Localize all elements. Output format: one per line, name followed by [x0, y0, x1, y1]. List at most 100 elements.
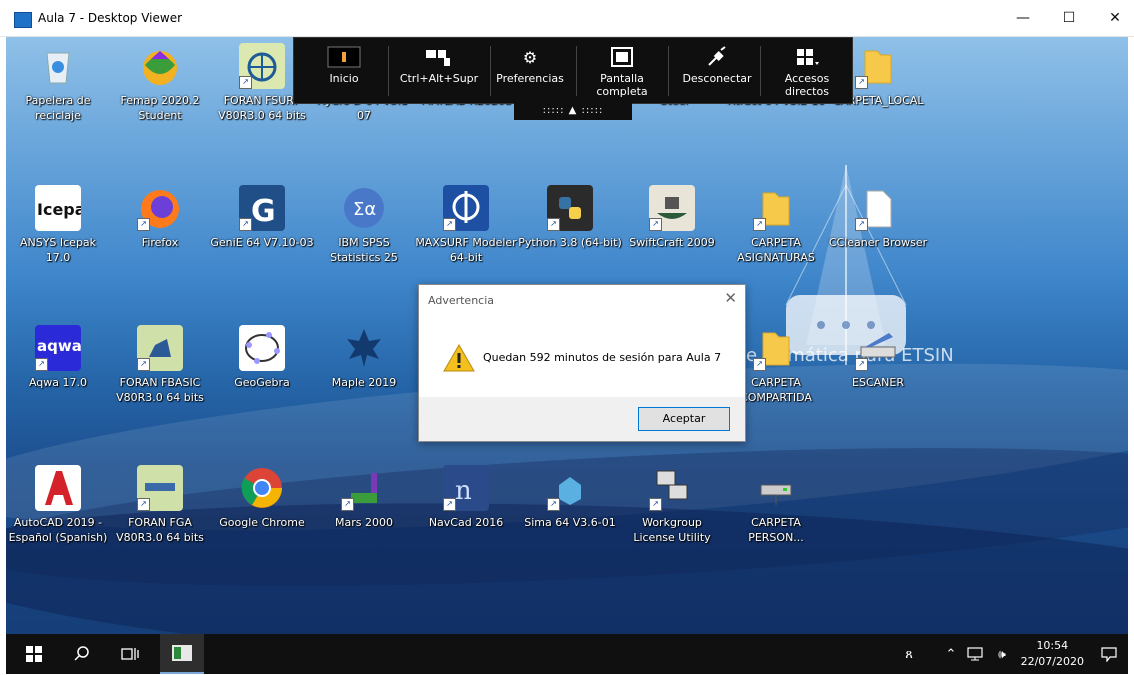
search-icon — [74, 646, 89, 661]
ctrl-alt-del-button[interactable]: Ctrl+Alt+Supr — [394, 42, 484, 98]
svg-text:n: n — [455, 476, 472, 506]
taskbar-app-desktop-viewer[interactable] — [160, 634, 204, 674]
task-view-icon — [121, 648, 139, 660]
fullscreen-button[interactable]: Pantalla completa — [586, 42, 658, 98]
desktop-icon-femap[interactable]: Femap 2020.2 Student — [108, 43, 212, 123]
accept-button[interactable]: Aceptar — [638, 407, 730, 431]
clock-date: 22/07/2020 — [1020, 655, 1084, 668]
network-drive-icon — [753, 465, 799, 511]
desktop-icon-spss[interactable]: Σα IBM SPSS Statistics 25 — [312, 185, 416, 265]
shortcut-arrow-icon: ↗ — [443, 498, 456, 511]
desktop-icon-firefox[interactable]: ↗ Firefox — [108, 185, 212, 250]
maxsurf-icon: ↗ — [443, 185, 489, 231]
preferences-button[interactable]: ⚙ Preferencias — [494, 42, 566, 98]
start-button[interactable]: Inicio — [314, 42, 374, 98]
mars-icon: ↗ — [341, 465, 387, 511]
toolbar-separator — [576, 46, 577, 96]
maple-icon — [341, 325, 387, 371]
folder-icon: ↗ — [855, 43, 901, 89]
shortcut-arrow-icon: ↗ — [547, 498, 560, 511]
taskbar: ጸ ⌃ 🕪 10:54 22/07/2020 — [6, 634, 1128, 674]
minimize-button[interactable]: — — [1000, 0, 1046, 36]
recycle-bin-icon — [35, 43, 81, 89]
shortcut-arrow-icon: ↗ — [649, 218, 662, 231]
shortcut-arrow-icon: ↗ — [753, 218, 766, 231]
folder-icon: ↗ — [753, 325, 799, 371]
dialog-title: Advertencia — [428, 294, 495, 307]
session-toolbar: Inicio Ctrl+Alt+Supr ⚙ Preferencias Pant… — [293, 37, 853, 104]
shortcuts-button[interactable]: Accesos directos — [762, 42, 852, 98]
chevron-up-icon: ⌃ — [945, 646, 957, 662]
desktop-icon-maxsurf[interactable]: ↗ MAXSURF Modeler 64-bit — [414, 185, 518, 265]
volume-button[interactable]: 🕪 — [990, 634, 1014, 674]
desktop-icon-chrome[interactable]: Google Chrome — [210, 465, 314, 530]
desktop-viewer-icon — [172, 645, 192, 661]
foran-fbasic-icon: ↗ — [137, 325, 183, 371]
desktop-icon-ccleaner-browser[interactable]: ↗ CCleaner Browser — [826, 185, 930, 250]
desktop-icon-mars[interactable]: ↗ Mars 2000 — [312, 465, 416, 530]
geogebra-icon — [239, 325, 285, 371]
desktop-icon-autocad[interactable]: AutoCAD 2019 - Español (Spanish) — [6, 465, 110, 545]
desktop-icon-navcad[interactable]: n ↗ NavCad 2016 — [414, 465, 518, 530]
foran-fga-icon: ↗ — [137, 465, 183, 511]
action-center-button[interactable] — [1094, 634, 1124, 674]
shortcut-arrow-icon: ↗ — [341, 498, 354, 511]
people-icon: ጸ — [905, 646, 913, 662]
genie-icon: G ↗ — [239, 185, 285, 231]
desktop-icon-workgroup-license[interactable]: ↗ Workgroup License Utility — [620, 465, 724, 545]
toolbar-collapse-handle[interactable]: ::::: ▲ ::::: — [514, 102, 632, 120]
shortcut-arrow-icon: ↗ — [649, 498, 662, 511]
desktop-icon-carpeta-asignaturas[interactable]: ↗ CARPETA ASIGNATURAS — [724, 185, 828, 265]
people-button[interactable]: ጸ — [894, 634, 924, 674]
taskbar-clock[interactable]: 10:54 22/07/2020 — [1021, 638, 1084, 670]
maximize-button[interactable]: ☐ — [1046, 0, 1092, 36]
fullscreen-icon — [586, 46, 658, 68]
desktop-icon-sima[interactable]: ↗ Sima 64 V3.6-01 — [518, 465, 622, 530]
shortcut-arrow-icon: ↗ — [547, 218, 560, 231]
svg-text:aqwa: aqwa — [37, 337, 81, 355]
show-hidden-icons-button[interactable]: ⌃ — [940, 634, 962, 674]
window-titlebar: Aula 7 - Desktop Viewer — ☐ ✕ — [0, 0, 1134, 37]
shortcut-arrow-icon: ↗ — [239, 218, 252, 231]
toolbar-separator — [668, 46, 669, 96]
desktop-icon-geogebra[interactable]: GeoGebra — [210, 325, 314, 390]
svg-text:Icepak: Icepak — [37, 200, 81, 219]
sima-icon: ↗ — [547, 465, 593, 511]
gears-icon: ⚙ — [522, 47, 538, 67]
ctrl-alt-del-icon — [394, 46, 484, 68]
start-screen-icon — [314, 46, 374, 68]
desktop-icon-carpeta-person[interactable]: CARPETA PERSON... — [724, 465, 828, 545]
desktop-icon-foran-fbasic[interactable]: ↗ FORAN FBASIC V80R3.0 64 bits — [108, 325, 212, 405]
desktop-icon-genie[interactable]: G ↗ GeniE 64 V7.10-03 — [210, 185, 314, 250]
folder-icon: ↗ — [753, 185, 799, 231]
desktop-icon-maple[interactable]: Maple 2019 — [312, 325, 416, 390]
task-view-button[interactable] — [110, 634, 150, 674]
desktop-icon-aqwa[interactable]: aqwa ↗ Aqwa 17.0 — [6, 325, 110, 390]
shortcut-arrow-icon: ↗ — [855, 358, 868, 371]
shortcut-arrow-icon: ↗ — [137, 218, 150, 231]
foran-fsurf-icon: ↗ — [239, 43, 285, 89]
start-menu-button[interactable] — [14, 634, 54, 674]
network-button[interactable] — [964, 634, 988, 674]
shortcut-arrow-icon: ↗ — [35, 358, 48, 371]
navcad-icon: n ↗ — [443, 465, 489, 511]
autocad-icon — [35, 465, 81, 511]
desktop-icon-recycle-bin[interactable]: Papelera de reciclaje — [6, 43, 110, 123]
shortcut-arrow-icon: ↗ — [855, 218, 868, 231]
warning-icon — [443, 343, 475, 372]
desktop-viewer-app-icon — [14, 12, 32, 28]
desktop-icon-swiftcraft[interactable]: ↗ SwiftCraft 2009 — [620, 185, 724, 250]
windows-logo-icon — [26, 646, 42, 662]
chrome-icon — [239, 465, 285, 511]
desktop-icon-python[interactable]: ↗ Python 3.8 (64-bit) — [518, 185, 622, 250]
close-button[interactable]: ✕ — [1092, 0, 1134, 36]
search-button[interactable] — [62, 634, 102, 674]
dialog-close-button[interactable]: ✕ — [724, 289, 737, 307]
grid-icon — [762, 46, 852, 68]
desktop-icon-foran-fga[interactable]: ↗ FORAN FGA V80R3.0 64 bits — [108, 465, 212, 545]
desktop-icon-escaner[interactable]: ↗ ESCANER — [826, 325, 930, 390]
disconnect-button[interactable]: Desconectar — [680, 42, 754, 98]
desktop-icon-icepak[interactable]: Icepak ANSYS Icepak 17.0 — [6, 185, 110, 265]
remote-desktop[interactable]: e formática para ETSIN Papelera de recic… — [6, 37, 1128, 634]
shortcut-arrow-icon: ↗ — [855, 76, 868, 89]
